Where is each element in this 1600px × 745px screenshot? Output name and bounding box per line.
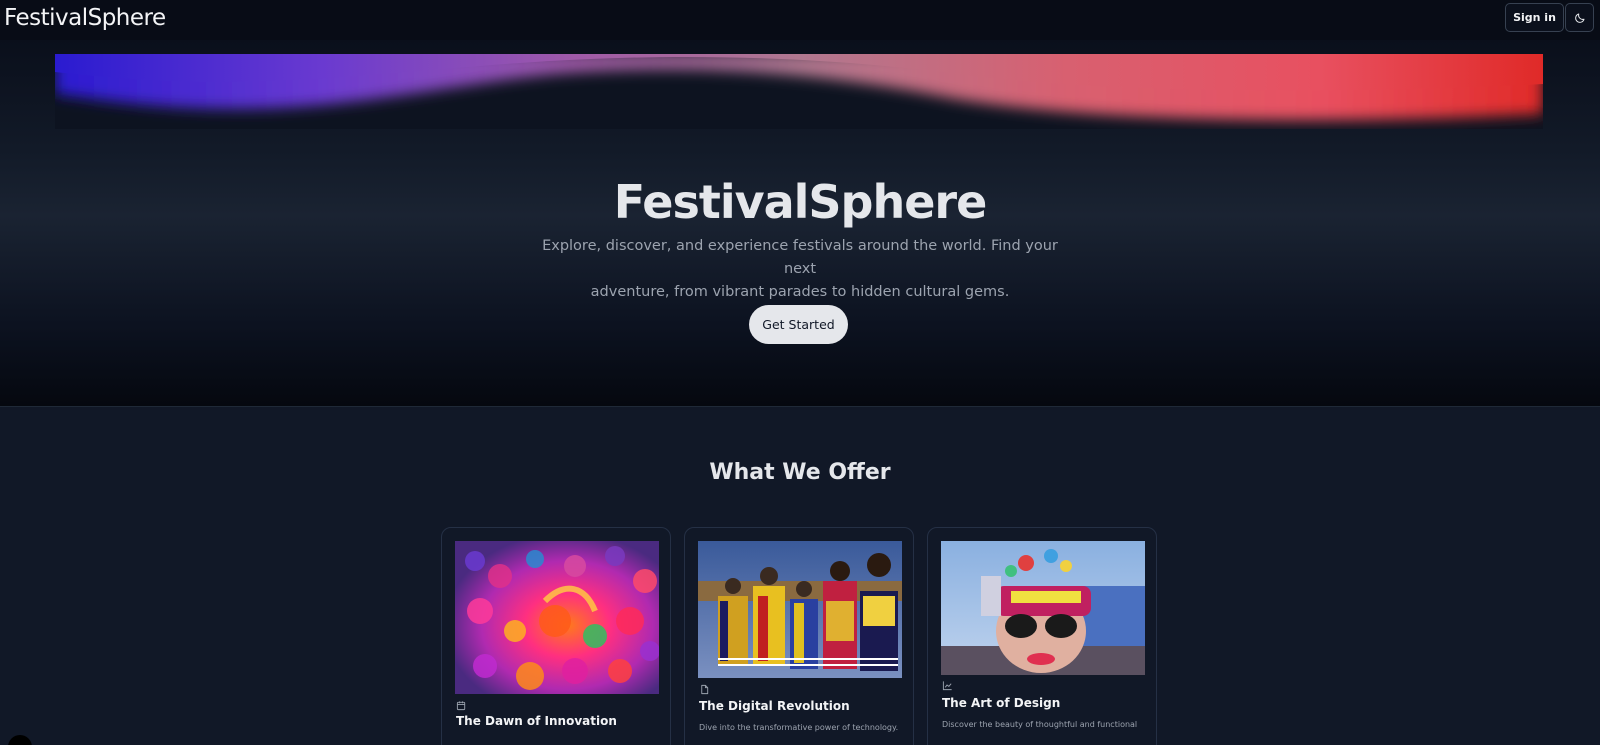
- floating-action-button[interactable]: [8, 735, 32, 745]
- get-started-button[interactable]: Get Started: [749, 305, 848, 344]
- sign-in-button[interactable]: Sign in: [1505, 3, 1564, 32]
- brand-logo-text[interactable]: FestivalSphere: [4, 5, 166, 31]
- hero-title: FestivalSphere: [613, 175, 988, 229]
- traditional-dress-group-image: [698, 541, 902, 678]
- top-navbar: FestivalSphere Sign in: [0, 0, 1600, 40]
- calendar-clock-icon: [456, 696, 467, 715]
- offer-card-1-title: The Dawn of Innovation: [456, 714, 617, 728]
- offer-card-3[interactable]: The Art of Design Discover the beauty of…: [927, 527, 1157, 745]
- hero-subtitle-line-1: Explore, discover, and experience festiv…: [542, 238, 1058, 277]
- theme-toggle-button[interactable]: [1565, 3, 1594, 32]
- hero-section: FestivalSphere Explore, discover, and ex…: [0, 40, 1600, 407]
- document-icon: [699, 680, 710, 699]
- offer-card-2-description: Dive into the transformative power of te…: [699, 723, 899, 732]
- offer-card-2-title: The Digital Revolution: [699, 699, 850, 713]
- hero-subtitle: Explore, discover, and experience festiv…: [540, 235, 1060, 304]
- offer-card-3-description: Discover the beauty of thoughtful and fu…: [942, 720, 1138, 729]
- hero-subtitle-line-2: adventure, from vibrant parades to hidde…: [590, 284, 1010, 300]
- section-title-what-we-offer: What We Offer: [709, 460, 891, 485]
- crowd-color-festival-image: [455, 541, 659, 694]
- offer-card-1[interactable]: The Dawn of Innovation: [441, 527, 671, 745]
- offer-card-3-title: The Art of Design: [942, 696, 1061, 710]
- hero-gradient-band: [55, 54, 1543, 129]
- moon-icon: [1574, 13, 1584, 23]
- carnival-mask-float-image: [941, 541, 1145, 675]
- offer-card-2[interactable]: The Digital Revolution Dive into the tra…: [684, 527, 914, 745]
- chart-icon: [942, 676, 953, 695]
